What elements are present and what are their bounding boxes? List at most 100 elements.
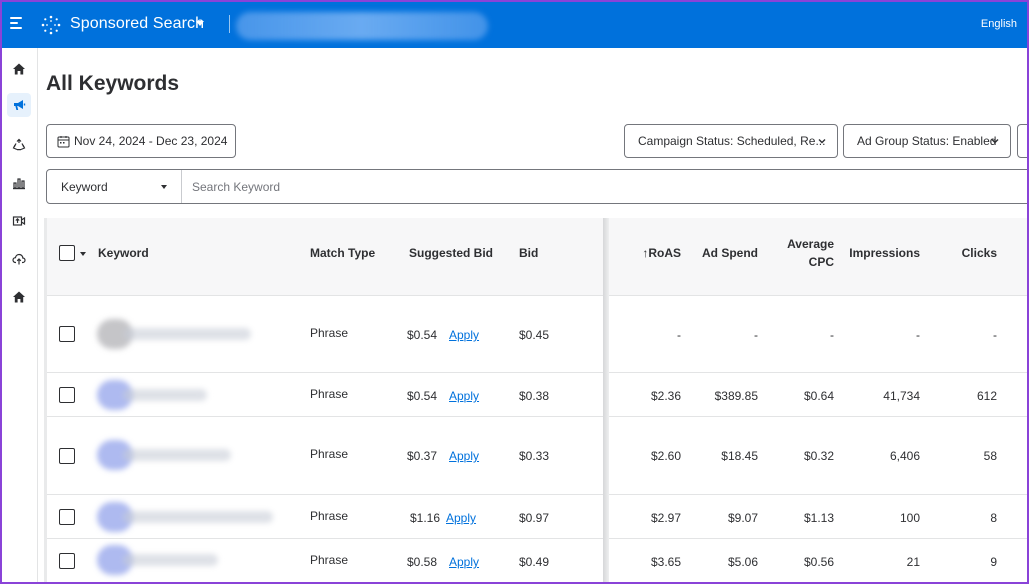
calendar-icon: [57, 135, 70, 147]
apply-bid-link[interactable]: Apply: [449, 389, 479, 403]
table-header-row: Keyword Match Type Suggested Bid Bid ↑Ro…: [47, 218, 1029, 296]
apply-bid-link[interactable]: Apply: [449, 555, 479, 569]
table-row: Phrase $0.58 Apply $0.49 $3.65 $5.06 $0.…: [47, 539, 1029, 584]
language-selector[interactable]: English: [981, 18, 1017, 30]
search-field-label: Keyword: [61, 180, 108, 194]
megaphone-icon: [14, 100, 26, 110]
account-name-redacted[interactable]: [236, 12, 488, 40]
date-range-label: Nov 24, 2024 - Dec 23, 2024: [74, 134, 228, 148]
impressions: 21: [906, 555, 920, 569]
spark-logo-icon[interactable]: [40, 14, 62, 36]
impressions: 100: [899, 511, 920, 525]
header-bid[interactable]: Bid: [519, 246, 538, 261]
roas: $2.60: [650, 449, 681, 463]
bid[interactable]: $0.33: [519, 449, 549, 463]
impressions: 6,406: [889, 449, 920, 463]
video-upload-icon: [12, 216, 26, 226]
ad-spend: $18.45: [721, 449, 758, 463]
nav-reports[interactable]: [7, 171, 31, 195]
bid[interactable]: $0.97: [519, 511, 549, 525]
nav-upload[interactable]: [7, 247, 31, 271]
table-row: Phrase $1.16 Apply $0.97 $2.97 $9.07 $1.…: [47, 495, 1029, 539]
keyword-redacted[interactable]: [97, 502, 277, 532]
table-row: Phrase $0.54 Apply $0.38 $2.36 $389.85 $…: [47, 373, 1029, 417]
cloud-upload-icon: [12, 253, 26, 265]
row-checkbox[interactable]: [59, 509, 75, 525]
select-options-caret-icon[interactable]: [80, 252, 86, 256]
topbar-divider: [229, 15, 230, 33]
campaign-status-label: Campaign Status: Scheduled, Re...: [638, 134, 826, 148]
select-all-checkbox[interactable]: [59, 245, 75, 261]
chevron-down-icon: [818, 139, 826, 144]
nav-video[interactable]: [7, 209, 31, 233]
header-roas[interactable]: ↑RoAS: [629, 246, 681, 261]
date-range-picker[interactable]: Nov 24, 2024 - Dec 23, 2024: [46, 124, 236, 158]
search-field-select[interactable]: Keyword: [47, 170, 182, 203]
bid[interactable]: $0.49: [519, 555, 549, 569]
clicks: 9: [990, 555, 997, 569]
top-bar: Sponsored Search English: [0, 0, 1029, 48]
header-keyword[interactable]: Keyword: [98, 246, 149, 261]
header-impressions[interactable]: Impressions: [840, 246, 920, 261]
ad-group-status-label: Ad Group Status: Enabled: [857, 134, 997, 148]
chevron-down-icon: [991, 139, 999, 144]
header-clicks[interactable]: Clicks: [937, 246, 997, 261]
avg-cpc: -: [830, 328, 834, 342]
suggested-bid: $0.54: [407, 328, 438, 342]
header-avg-cpc-line2[interactable]: CPC: [772, 255, 834, 270]
nav-recycle[interactable]: [7, 133, 31, 157]
clicks: 8: [990, 511, 997, 525]
header-match-type[interactable]: Match Type: [310, 246, 375, 261]
row-checkbox[interactable]: [59, 326, 75, 342]
app-switcher-chevron-down-icon[interactable]: [196, 21, 204, 26]
table-row: Phrase $0.54 Apply $0.45 - - - - -: [47, 296, 1029, 373]
bar-chart-icon: [13, 178, 25, 190]
header-suggested-bid[interactable]: Suggested Bid: [409, 246, 493, 261]
ad-spend: $5.06: [727, 555, 758, 569]
side-navigation: [0, 48, 38, 584]
match-type: Phrase: [310, 326, 349, 340]
roas: $2.36: [650, 389, 681, 403]
avg-cpc: $0.32: [803, 449, 834, 463]
frozen-column-divider[interactable]: [603, 218, 609, 584]
roas: -: [677, 328, 681, 342]
row-checkbox[interactable]: [59, 553, 75, 569]
table-row: Phrase $0.37 Apply $0.33 $2.60 $18.45 $0…: [47, 417, 1029, 495]
apply-bid-link[interactable]: Apply: [446, 511, 476, 525]
campaign-status-dropdown[interactable]: Campaign Status: Scheduled, Re...: [624, 124, 838, 158]
additional-filter-dropdown[interactable]: [1017, 124, 1029, 158]
impressions: -: [916, 328, 920, 342]
clicks: -: [993, 328, 997, 342]
nav-campaigns[interactable]: [7, 93, 31, 117]
keyword-redacted[interactable]: [97, 440, 237, 470]
row-checkbox[interactable]: [59, 387, 75, 403]
roas: $3.65: [650, 555, 681, 569]
header-ad-spend[interactable]: Ad Spend: [697, 246, 758, 261]
ad-group-status-dropdown[interactable]: Ad Group Status: Enabled: [843, 124, 1011, 158]
apply-bid-link[interactable]: Apply: [449, 449, 479, 463]
bid[interactable]: $0.45: [519, 328, 549, 342]
suggested-bid: $1.16: [410, 511, 441, 525]
avg-cpc: $1.13: [803, 511, 834, 525]
bid[interactable]: $0.38: [519, 389, 549, 403]
header-avg-cpc-line1[interactable]: Average: [772, 237, 834, 252]
impressions: 41,734: [883, 389, 920, 403]
home-icon: [13, 63, 25, 75]
row-checkbox[interactable]: [59, 448, 75, 464]
nav-home[interactable]: [7, 57, 31, 81]
apply-bid-link[interactable]: Apply: [449, 328, 479, 342]
match-type: Phrase: [310, 447, 349, 461]
ad-spend: $389.85: [714, 389, 758, 403]
nav-home-secondary[interactable]: [7, 285, 31, 309]
page-title: All Keywords: [46, 72, 180, 95]
app-title[interactable]: Sponsored Search: [70, 15, 204, 33]
keyword-search-bar: Keyword: [46, 169, 1029, 204]
match-type: Phrase: [310, 553, 349, 567]
suggested-bid: $0.54: [407, 389, 438, 403]
search-input[interactable]: [184, 170, 1029, 203]
keyword-redacted[interactable]: [97, 319, 257, 349]
keyword-redacted[interactable]: [97, 380, 212, 410]
keyword-redacted[interactable]: [97, 545, 222, 575]
recycle-icon: [12, 138, 26, 151]
hamburger-menu-icon[interactable]: [10, 14, 26, 34]
